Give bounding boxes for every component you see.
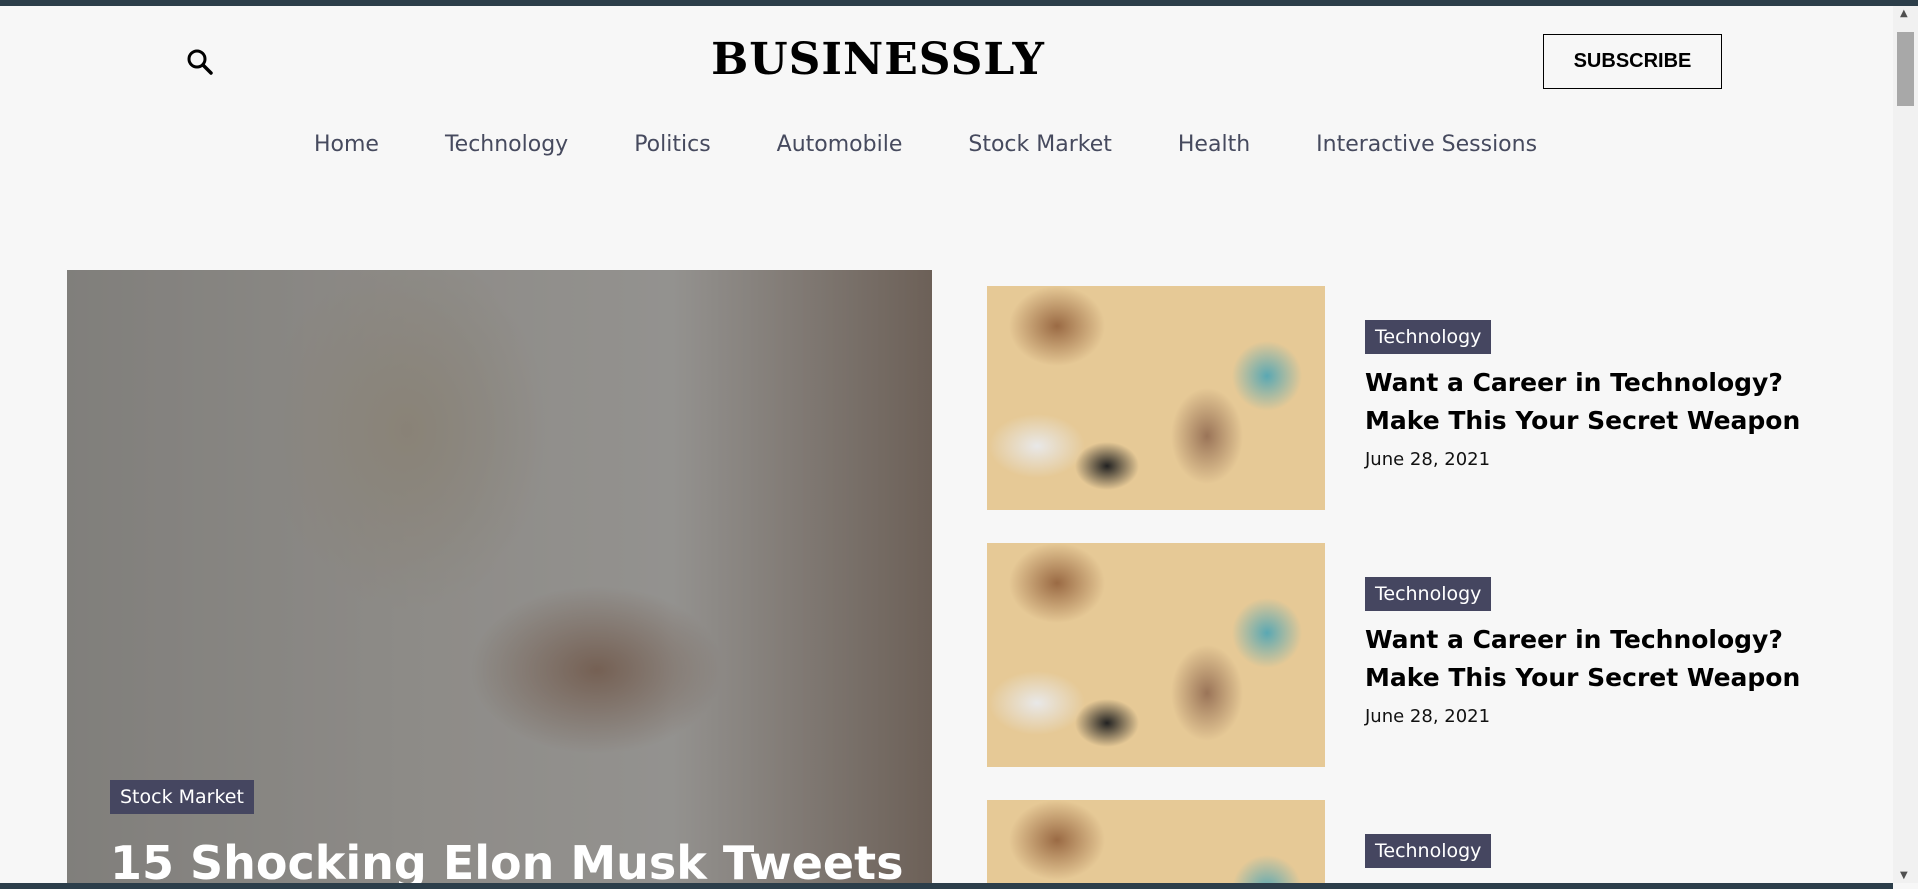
nav-automobile[interactable]: Automobile [777, 132, 903, 157]
article-card[interactable]: Technology [987, 800, 1887, 883]
article-date: June 28, 2021 [1365, 449, 1491, 470]
hero-article[interactable]: Stock Market 15 Shocking Elon Musk Tweet… [67, 270, 932, 883]
main-nav: Home Technology Politics Automobile Stoc… [314, 132, 1603, 157]
article-card[interactable]: Technology Want a Career in Technology? M… [987, 543, 1887, 767]
title-line: Make This Your Secret Weapon [1365, 406, 1801, 435]
article-title[interactable]: Want a Career in Technology? Make This Yo… [1365, 621, 1800, 697]
window-top-bar [0, 0, 1918, 6]
nav-health[interactable]: Health [1178, 132, 1250, 157]
nav-home[interactable]: Home [314, 132, 379, 157]
article-thumbnail[interactable] [987, 286, 1325, 510]
hero-category-badge[interactable]: Stock Market [110, 780, 254, 814]
title-line: Want a Career in Technology? [1365, 368, 1783, 397]
article-title[interactable]: Want a Career in Technology? Make This Yo… [1365, 364, 1800, 440]
scrollbar-thumb[interactable] [1897, 32, 1914, 106]
article-date: June 28, 2021 [1365, 706, 1491, 727]
subscribe-button[interactable]: SUBSCRIBE [1543, 34, 1722, 89]
title-line: Make This Your Secret Weapon [1365, 663, 1801, 692]
nav-politics[interactable]: Politics [634, 132, 710, 157]
category-badge[interactable]: Technology [1365, 577, 1492, 611]
category-badge[interactable]: Technology [1365, 834, 1492, 868]
site-logo[interactable]: BUSINESSLY [0, 34, 1756, 85]
scroll-down-arrow-icon[interactable]: ▼ [1900, 870, 1908, 881]
window-bottom-bar [0, 883, 1893, 889]
article-card[interactable]: Technology Want a Career in Technology? M… [987, 286, 1887, 510]
scroll-up-arrow-icon[interactable]: ▲ [1900, 8, 1908, 19]
nav-stock-market[interactable]: Stock Market [968, 132, 1112, 157]
nav-interactive-sessions[interactable]: Interactive Sessions [1316, 132, 1537, 157]
category-badge[interactable]: Technology [1365, 320, 1492, 354]
article-thumbnail[interactable] [987, 543, 1325, 767]
title-line: Want a Career in Technology? [1365, 625, 1783, 654]
nav-technology[interactable]: Technology [445, 132, 568, 157]
article-thumbnail[interactable] [987, 800, 1325, 883]
hero-title[interactable]: 15 Shocking Elon Musk Tweets [110, 836, 903, 883]
scrollbar[interactable]: ▲ ▼ [1893, 6, 1918, 883]
